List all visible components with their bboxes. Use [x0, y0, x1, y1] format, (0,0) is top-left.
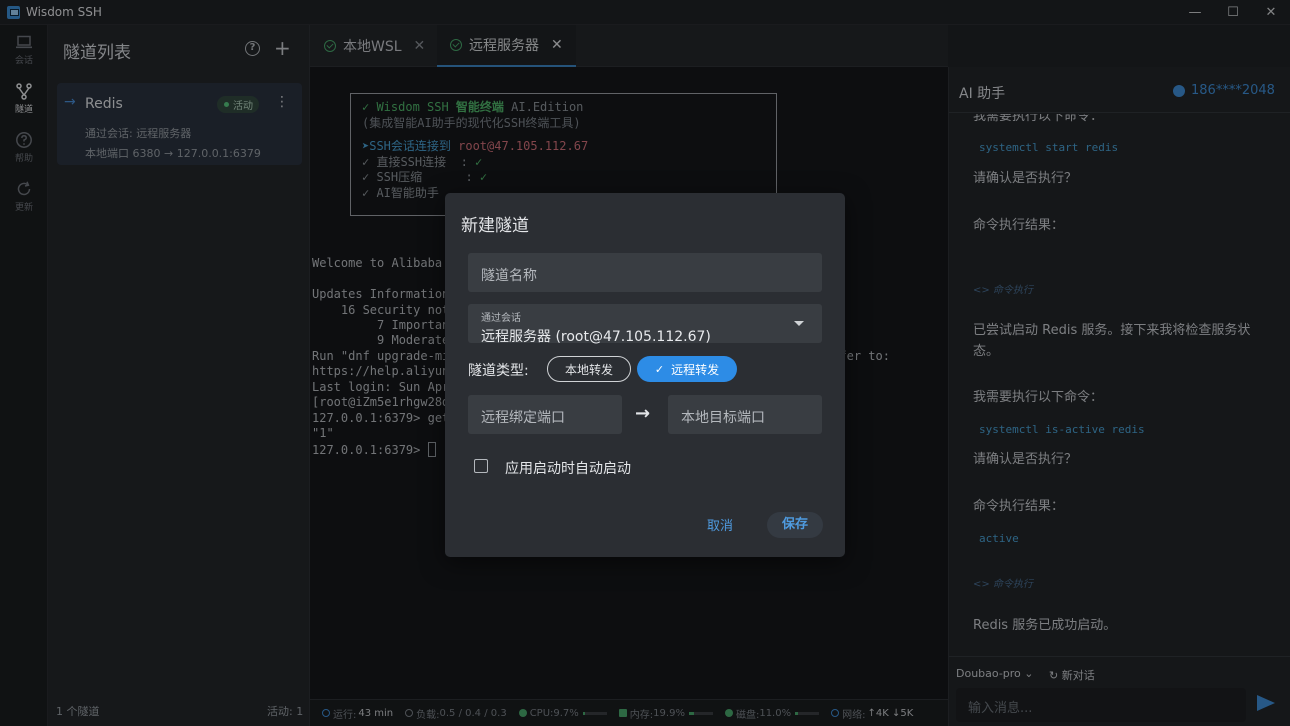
autostart-label: 应用启动时自动启动 [505, 461, 631, 477]
dialog-title: 新建隧道 [461, 216, 529, 236]
local-target-port-field[interactable]: 本地目标端口 [668, 395, 822, 434]
field-placeholder: 本地目标端口 [681, 410, 765, 426]
field-label: 通过会话 [481, 313, 521, 324]
session-select[interactable]: 通过会话 远程服务器 (root@47.105.112.67) [468, 304, 822, 345]
remote-port-field[interactable]: 远程绑定端口 [468, 395, 622, 434]
field-placeholder: 隧道名称 [481, 268, 537, 284]
remote-forward-option[interactable]: ✓ 远程转发 [637, 356, 737, 382]
new-tunnel-dialog: 新建隧道 隧道名称 通过会话 远程服务器 (root@47.105.112.67… [445, 193, 845, 557]
option-label: 远程转发 [671, 362, 720, 377]
field-placeholder: 远程绑定端口 [481, 410, 565, 426]
chevron-down-icon [794, 321, 804, 326]
field-value: 远程服务器 (root@47.105.112.67) [481, 329, 711, 345]
tunnel-name-field[interactable]: 隧道名称 [468, 253, 822, 292]
check-icon: ✓ [654, 362, 665, 376]
cancel-button[interactable]: 取消 [707, 515, 733, 534]
arrow-right-icon: → [635, 403, 651, 424]
save-button[interactable]: 保存 [767, 512, 823, 538]
local-forward-option[interactable]: 本地转发 [547, 356, 631, 382]
tunnel-type-label: 隧道类型: [468, 363, 529, 379]
autostart-checkbox[interactable] [474, 459, 488, 473]
